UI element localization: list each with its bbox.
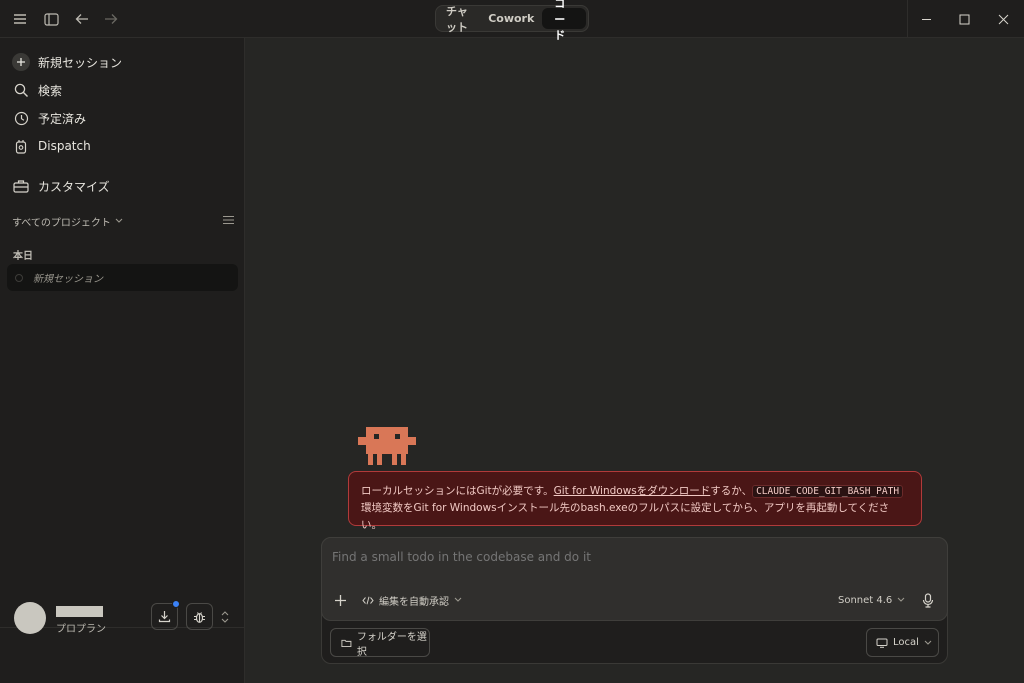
sidebar-item-label: 予定済み [38, 111, 87, 126]
sidebar-item-label: 新規セッション [38, 55, 123, 70]
permission-mode-label: 編集を自動承認 [379, 596, 449, 608]
code-icon [362, 596, 374, 604]
plus-icon [334, 594, 346, 606]
mascot-icon [358, 427, 416, 465]
add-attachment-button[interactable] [331, 591, 349, 609]
env-var-code: CLAUDE_CODE_GIT_BASH_PATH [752, 485, 904, 498]
model-label: Sonnet 4.6 [838, 594, 893, 606]
toolbox-icon [12, 177, 30, 195]
tab-chat[interactable]: チャット [438, 5, 480, 34]
monitor-icon [876, 638, 888, 648]
chevron-up-down-icon[interactable] [218, 608, 232, 626]
device-icon [12, 137, 30, 155]
notification-badge [172, 600, 180, 608]
sidebar-item-new-session[interactable]: 新規セッション [8, 49, 238, 75]
avatar[interactable] [14, 602, 46, 634]
projects-header: すべてのプロジェクト [12, 212, 234, 230]
error-text: ローカルセッションにはGitが必要です。 [361, 485, 554, 497]
menu-icon[interactable] [10, 9, 30, 29]
prompt-input[interactable] [332, 548, 832, 566]
download-icon [158, 611, 171, 623]
sidebar-item-scheduled[interactable]: 予定済み [8, 105, 238, 131]
error-text: 環境変数をGit for Windowsインストール先のbash.exeのフルパ… [361, 502, 890, 531]
user-plan: プロプラン [56, 624, 106, 635]
title-bar: チャット Cowork コード [0, 0, 1024, 42]
maximize-icon[interactable] [945, 0, 984, 38]
mode-tabs: チャット Cowork コード [435, 0, 589, 42]
sidebar: 新規セッション 検索 予定済み Dispatch カスタマイズ すべてのプロジェ… [0, 38, 245, 683]
chevron-down-icon [115, 218, 123, 223]
permission-mode-select[interactable]: 編集を自動承認 [362, 592, 462, 608]
chevron-down-icon [454, 597, 462, 602]
sidebar-item-dispatch[interactable]: Dispatch [8, 133, 238, 159]
projects-filter[interactable]: すべてのプロジェクト [12, 214, 123, 229]
debug-button[interactable] [186, 603, 213, 630]
environment-label: Local [893, 637, 919, 648]
chevron-down-icon [897, 597, 905, 602]
sidebar-item-customize[interactable]: カスタマイズ [8, 173, 238, 199]
model-select[interactable]: Sonnet 4.6 [838, 592, 905, 608]
sidebar-item-label: 検索 [38, 83, 63, 98]
environment-select[interactable]: Local [866, 628, 939, 657]
clock-icon [12, 109, 30, 127]
sidebar-item-label: Dispatch [38, 139, 91, 153]
tab-code[interactable]: コード [542, 0, 586, 42]
filter-list-icon[interactable] [223, 214, 234, 228]
search-icon [12, 81, 30, 99]
minimize-icon[interactable] [907, 0, 946, 38]
chevron-down-icon [924, 640, 932, 645]
select-folder-label: フォルダーを選択 [356, 631, 427, 658]
close-icon[interactable] [984, 0, 1023, 38]
session-label: 新規セッション [33, 274, 103, 285]
sidebar-item-label: カスタマイズ [38, 179, 110, 194]
microphone-button[interactable] [919, 591, 937, 609]
bug-icon [194, 611, 205, 623]
error-text: するか、 [710, 485, 753, 497]
tab-cowork[interactable]: Cowork [480, 8, 542, 29]
username-redacted [56, 606, 103, 617]
session-status-icon [15, 273, 23, 282]
back-arrow-icon[interactable] [72, 9, 92, 29]
sidebar-toggle-icon[interactable] [41, 9, 61, 29]
section-today: 本日 [13, 251, 33, 262]
microphone-icon [922, 592, 934, 608]
git-download-link[interactable]: Git for Windowsをダウンロード [554, 485, 711, 497]
sidebar-item-search[interactable]: 検索 [8, 77, 238, 103]
plus-icon [12, 53, 30, 71]
select-folder-button[interactable]: フォルダーを選択 [330, 628, 430, 658]
projects-filter-label: すべてのプロジェクト [12, 217, 111, 229]
folder-icon [341, 639, 352, 647]
git-required-error: ローカルセッションにはGitが必要です。Git for Windowsをダウンロ… [348, 471, 922, 531]
session-item[interactable]: 新規セッション [7, 264, 238, 291]
forward-arrow-icon[interactable] [101, 9, 121, 29]
